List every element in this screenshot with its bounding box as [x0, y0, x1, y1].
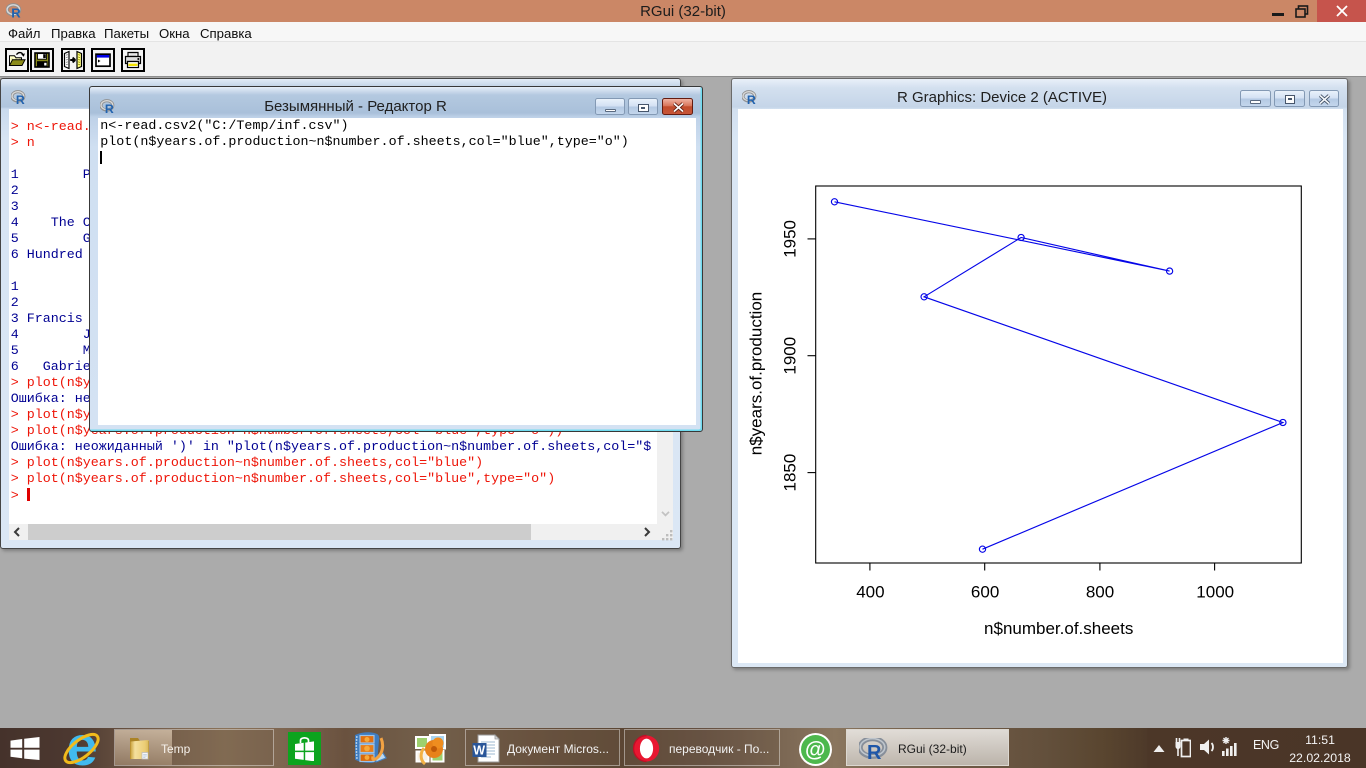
svg-text:n$years.of.production: n$years.of.production: [746, 292, 765, 456]
svg-text:1000: 1000: [1196, 582, 1234, 601]
svg-text:1900: 1900: [781, 337, 800, 375]
svg-text:1850: 1850: [781, 454, 800, 492]
svg-text:W: W: [473, 744, 485, 758]
svg-text:1950: 1950: [781, 220, 800, 258]
svg-text:400: 400: [856, 582, 884, 601]
svg-text:@: @: [805, 739, 825, 762]
svg-text:R: R: [867, 742, 882, 762]
svg-text:800: 800: [1086, 582, 1114, 601]
svg-text:n$number.of.sheets: n$number.of.sheets: [984, 619, 1133, 638]
svg-text:600: 600: [971, 582, 999, 601]
